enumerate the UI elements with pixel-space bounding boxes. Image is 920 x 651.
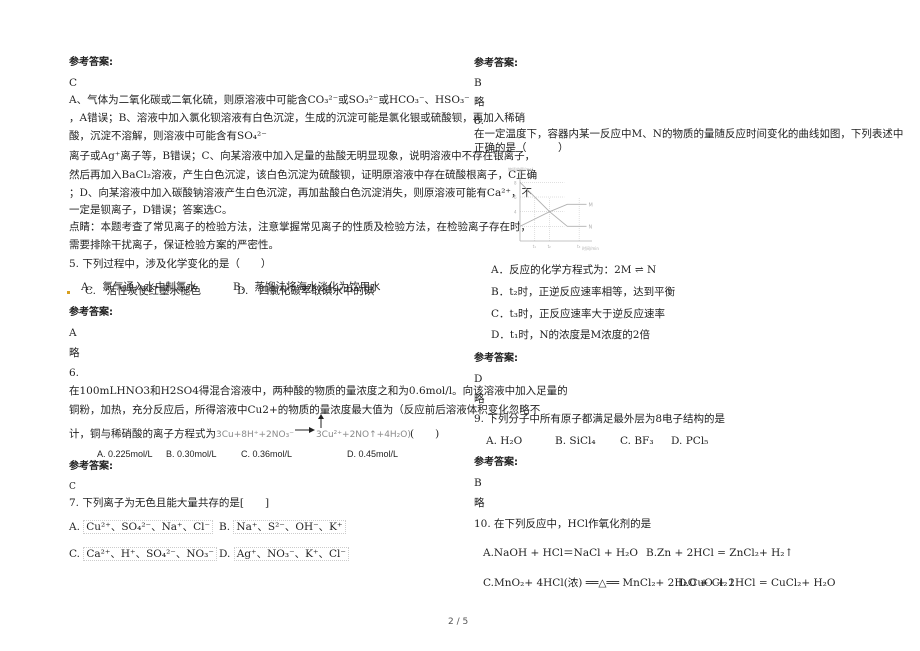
question-8-number: 8.: [474, 115, 485, 127]
page-number: 2 / 5: [448, 617, 469, 627]
q5-option-c: C. 活性炭使红墨水褪色: [85, 285, 201, 297]
q6-option-c: C. 0.36mol/L: [241, 449, 293, 459]
q8-option-a: A．反应的化学方程式为：2M ⇌ N: [491, 264, 657, 276]
option-label: C.: [69, 548, 80, 560]
q8-option-d: D．t₁时，N的浓度是M浓度的2倍: [491, 329, 650, 341]
q7-option-c: C. Ca²⁺、H⁺、SO₄²⁻、NO₃⁻: [69, 547, 217, 561]
explanation-line: ；D、向某溶液中加入碳酸钠溶液产生白色沉淀，再加盐酸白色沉淀消失，则原溶液可能有…: [69, 187, 532, 199]
q9-option-d: D. PCl₅: [671, 435, 709, 447]
answer-note: 略: [69, 347, 80, 359]
y-tick-label: 8: [514, 180, 517, 185]
answer-value: C: [69, 77, 78, 89]
answer-note: 略: [474, 497, 485, 509]
q9-option-a: A. H₂O: [486, 435, 523, 447]
reaction-arrow-icon: [294, 424, 316, 438]
q10-option-a: A.NaOH + HCl＝NaCl + H₂O: [483, 547, 638, 559]
y-tick-label: 4: [514, 210, 517, 215]
q6-line: 计，铜与稀硝酸的离子方程式为3Cu+8H⁺+2NO₃⁻ 3Cu²⁺+2NO↑+4H…: [69, 427, 411, 442]
equation-left: 3Cu+8H⁺+2NO₃⁻: [216, 430, 294, 440]
answer-value: D: [474, 373, 483, 385]
explanation-line: 一定是钡离子，D错误；答案选C。: [69, 204, 233, 216]
option-ions: Na⁺、S²⁻、OH⁻、K⁺: [233, 520, 346, 534]
question-9-stem: 9. 下列分子中所有原子都满足最外层为8电子结构的是: [474, 413, 726, 425]
series-line-M: [519, 203, 587, 227]
q6-line: 铜粉，加热，充分反应后，所得溶液中Cu2+的物质的量浓度最大值为（反应前后溶液体…: [69, 404, 541, 416]
x-tick-label: t₃: [577, 244, 581, 249]
q10-option-b: B.Zn + 2HCl = ZnCl₂+ H₂↑: [646, 547, 794, 559]
question-10-stem: 10. 在下列反应中，HCl作氧化剂的是: [474, 518, 652, 530]
q8-option-b: B．t₂时，正逆反应速率相等，达到平衡: [491, 286, 676, 298]
q6-line: 在100mLHNO3和H2SO4得混合溶液中，两种酸的物质的量浓度之和为0.6m…: [69, 385, 568, 397]
marker-dot: [67, 291, 70, 294]
q7-option-a: A. Cu²⁺、SO₄²⁻、Na⁺、Cl⁻: [69, 520, 213, 534]
explanation-line: ，A错误；B、溶液中加入氯化钡溶液有白色沉淀，生成的沉淀可能是氯化银或硫酸钡，再…: [69, 112, 526, 124]
explanation-line: 然后再加入BaCl₂溶液，产生白色沉淀，该白色沉淀为硫酸钡，证明原溶液中存在硫酸…: [69, 169, 538, 181]
answer-label: 参考答案:: [69, 461, 113, 472]
q9-option-b: B. SiCl₄: [555, 435, 596, 447]
y-tick-label: 6: [514, 195, 517, 200]
q9-option-c: C. BF₃: [620, 435, 654, 447]
tip-line: 点睛：本题考查了常见离子的检验方法，注意掌握常见离子的性质及检验方法，在检验离子…: [69, 221, 531, 233]
explanation-line: 离子或Ag⁺离子等，B错误；C、向某溶液中加入足量的盐酸无明显现象，说明溶液中不…: [69, 150, 536, 162]
option-ions: Cu²⁺、SO₄²⁻、Na⁺、Cl⁻: [83, 520, 213, 534]
mole-time-chart: 物质的量/mol 时间/min 8 6 4 2 t₁ t₂ t₃ N M: [508, 166, 599, 251]
q8-line: 在一定温度下，容器内某一反应中M、N的物质的量随反应时间变化的曲线如图，下列表述…: [474, 128, 904, 140]
y-tick-label: 2: [514, 224, 517, 229]
q8-line: 正确的是（ ）: [474, 142, 569, 154]
question-7-stem: 7. 下列离子为无色且能大量共存的是[ ]: [69, 497, 270, 509]
q6-line-text: 计，铜与稀硝酸的离子方程式为: [69, 428, 216, 440]
q6-option-b: B. 0.30mol/L: [166, 449, 217, 459]
q5-option-d: D. 四氯化碳萃取碘水中的碘: [237, 285, 375, 297]
tip-line: 需要排除干扰离子，保证检验方案的严密性。: [69, 239, 279, 251]
answer-note: 略: [474, 96, 485, 108]
q8-option-c: C．t₃时，正反应速率大于逆反应速率: [491, 308, 665, 320]
explanation-line: A、气体为二氧化碳或二氧化硫，则原溶液中可能含CO₃²⁻或SO₃²⁻或HCO₃⁻…: [69, 94, 470, 106]
answer-value: B: [474, 477, 482, 489]
series-label-N: N: [589, 224, 593, 230]
answer-value: C: [69, 482, 76, 492]
q7-option-b: B. Na⁺、S²⁻、OH⁻、K⁺: [219, 520, 346, 534]
answer-label: 参考答案:: [474, 58, 518, 69]
q6-option-d: D. 0.45mol/L: [347, 449, 399, 459]
x-tick-label: t₂: [548, 244, 552, 249]
q6-option-a: A. 0.225mol/L: [97, 449, 153, 459]
answer-value: B: [474, 77, 482, 89]
equation-right: 3Cu²⁺+2NO↑+4H₂O): [315, 430, 411, 440]
option-ions: Ag⁺、NO₃⁻、K⁺、Cl⁻: [233, 547, 349, 561]
answer-value: A: [69, 327, 77, 339]
series-label-M: M: [589, 202, 593, 208]
option-label: A.: [69, 521, 80, 533]
answer-label: 参考答案:: [69, 57, 113, 68]
answer-label: 参考答案:: [474, 353, 518, 364]
answer-label: 参考答案:: [474, 457, 518, 468]
option-label: B.: [219, 521, 231, 533]
q6-blank: ( ): [410, 428, 440, 440]
question-5-stem: 5. 下列过程中，涉及化学变化的是（ ）: [69, 258, 272, 270]
gas-arrow-icon: [318, 414, 324, 431]
answer-label: 参考答案:: [69, 307, 113, 318]
q10-option-d: D.CuO + 2HCl = CuCl₂+ H₂O: [678, 577, 836, 589]
q7-option-d: D. Ag⁺、NO₃⁻、K⁺、Cl⁻: [219, 547, 349, 561]
explanation-line: 酸，沉淀不溶解，则溶液中可能含有SO₄²⁻: [69, 130, 267, 142]
x-axis-label: 时间/min: [582, 245, 599, 251]
option-label: D.: [219, 548, 231, 560]
question-6-number: 6.: [69, 367, 80, 379]
answer-note: 略: [474, 393, 485, 405]
option-ions: Ca²⁺、H⁺、SO₄²⁻、NO₃⁻: [83, 547, 217, 561]
y-axis-label: 物质的量/mol: [508, 166, 533, 172]
x-tick-label: t₁: [533, 244, 537, 249]
